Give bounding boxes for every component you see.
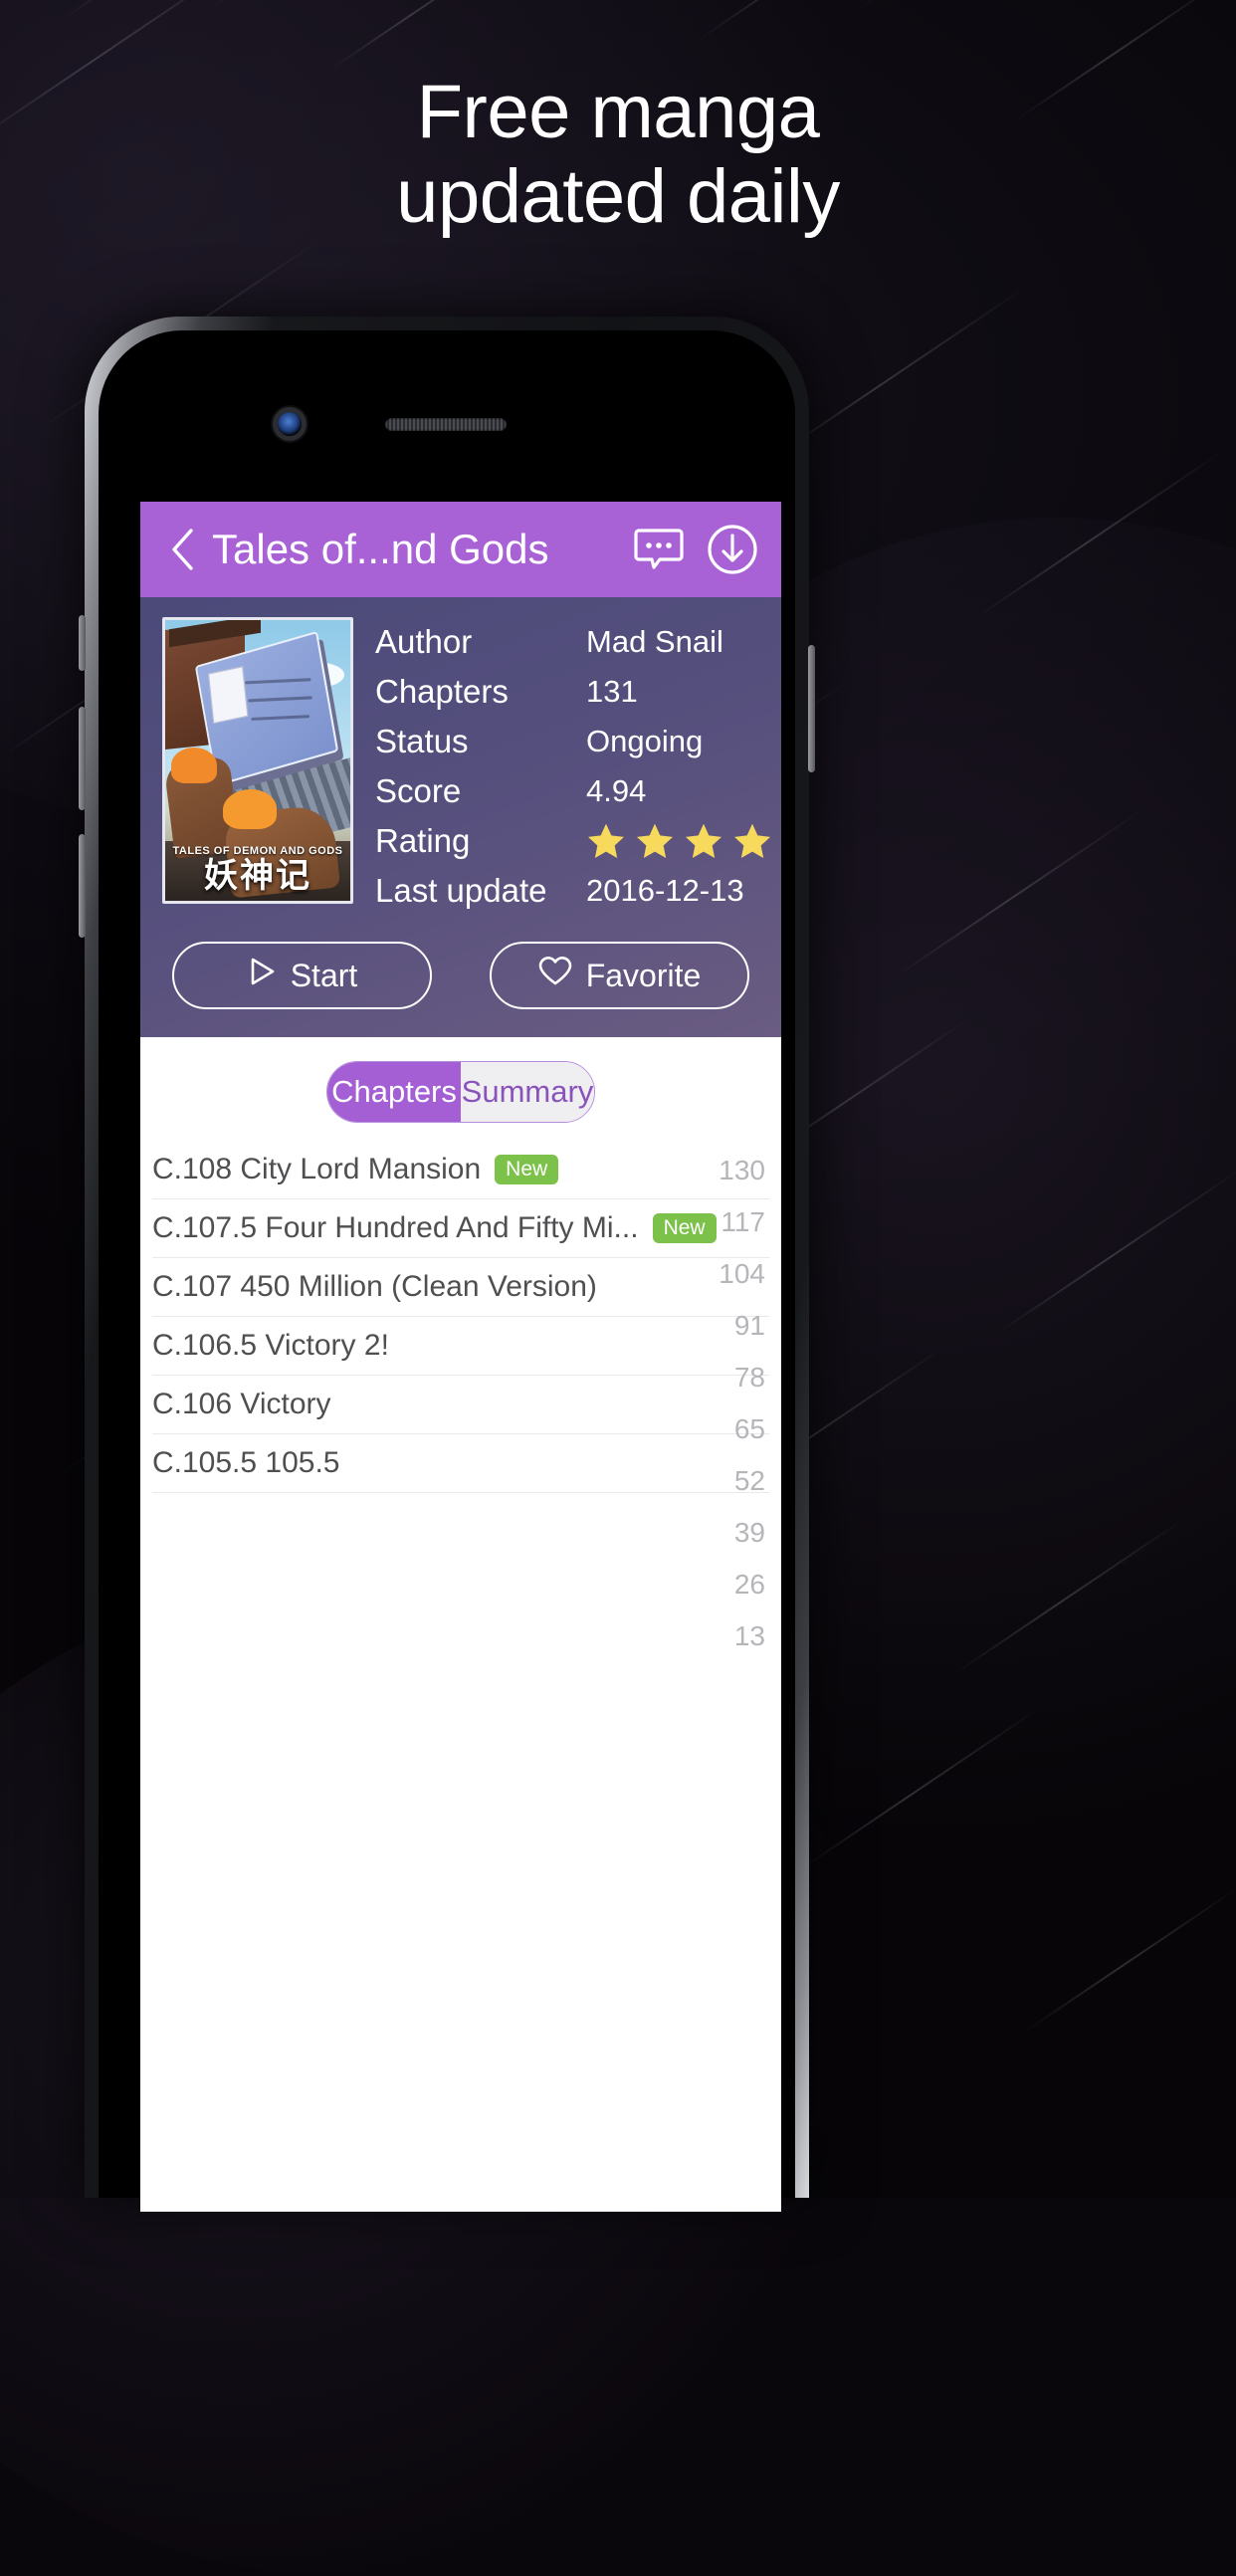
index-rail-item[interactable]: 26 xyxy=(734,1569,765,1601)
meta-value: Ongoing xyxy=(586,724,704,758)
chevron-left-icon[interactable] xyxy=(164,526,202,573)
meta-value: Mad Snail xyxy=(586,624,723,659)
chapter-rows: C.108 City Lord Mansion New C.107.5 Four H… xyxy=(140,1141,781,1493)
chapter-index-rail[interactable]: 130 117 104 91 78 65 52 39 26 13 xyxy=(688,1141,775,1652)
phone-mockup: Tales of...nd Gods TALES OF DEMON AND GO… xyxy=(79,317,815,2212)
meta-row-last-update: Last update 2016-12-13 xyxy=(375,866,781,916)
star-icon[interactable] xyxy=(684,821,723,861)
promo-headline: Free manga updated daily xyxy=(0,70,1236,239)
phone-power-button xyxy=(808,645,815,772)
phone-volume-up-button xyxy=(79,707,86,810)
manga-metadata-list: Author Mad Snail Chapters 131 Status Ong… xyxy=(353,617,781,916)
cover-title-cjk: 妖神记 xyxy=(204,857,311,895)
phone-bezel: Tales of...nd Gods TALES OF DEMON AND GO… xyxy=(99,330,795,2212)
comment-bubble-icon[interactable] xyxy=(632,523,686,576)
index-rail-item[interactable]: 104 xyxy=(719,1258,765,1290)
manga-action-buttons: Start Favorite xyxy=(162,916,759,1037)
tab-chapters[interactable]: Chapters xyxy=(327,1062,461,1122)
start-button[interactable]: Start xyxy=(172,942,432,1009)
cover-book-line xyxy=(248,696,312,703)
chapter-row[interactable]: C.107 450 Million (Clean Version) xyxy=(152,1258,769,1317)
tab-summary[interactable]: Summary xyxy=(461,1062,594,1122)
chapter-name: C.107 450 Million (Clean Version) xyxy=(152,1270,597,1303)
cover-book-line xyxy=(245,678,311,685)
meta-label: Author xyxy=(375,623,473,660)
meta-label: Score xyxy=(375,772,462,809)
cover-character-a-hair xyxy=(171,748,217,783)
chapter-name: C.105.5 105.5 xyxy=(152,1446,340,1479)
headline-line-1: Free manga xyxy=(416,70,820,154)
play-icon xyxy=(247,956,277,995)
start-button-label: Start xyxy=(290,957,358,993)
index-rail-item[interactable]: 78 xyxy=(734,1362,765,1394)
page-title: Tales of...nd Gods xyxy=(212,526,549,572)
new-badge: New xyxy=(495,1155,559,1184)
chapter-row[interactable]: C.106.5 Victory 2! xyxy=(152,1317,769,1376)
meta-value: 2016-12-13 xyxy=(586,873,744,908)
star-icon[interactable] xyxy=(635,821,675,861)
favorite-button[interactable]: Favorite xyxy=(490,942,749,1009)
manga-cover-image[interactable]: TALES OF DEMON AND GODS 妖神记 xyxy=(162,617,353,904)
chapter-list: C.108 City Lord Mansion New C.107.5 Four H… xyxy=(140,1141,781,1651)
index-rail-item[interactable]: 52 xyxy=(734,1465,765,1497)
phone-silent-switch xyxy=(79,615,86,671)
index-rail-item[interactable]: 13 xyxy=(734,1620,765,1652)
index-rail-item[interactable]: 130 xyxy=(719,1155,765,1186)
rating-stars[interactable] xyxy=(586,821,781,861)
tabs-container: Chapters Summary xyxy=(140,1037,781,1141)
chapter-row[interactable]: C.107.5 Four Hundred And Fifty Mi... New xyxy=(152,1199,769,1258)
chapter-name: C.106 Victory xyxy=(152,1388,331,1420)
cover-character-b-hair xyxy=(223,789,277,829)
chapter-name: C.107.5 Four Hundred And Fifty Mi... xyxy=(152,1211,639,1244)
meta-value: 131 xyxy=(586,674,638,709)
favorite-button-label: Favorite xyxy=(585,957,702,993)
cover-book-label xyxy=(208,666,249,725)
index-rail-item[interactable]: 39 xyxy=(734,1517,765,1549)
meta-row-rating: Rating xyxy=(375,816,781,866)
meta-row-score: Score 4.94 xyxy=(375,766,781,816)
star-icon[interactable] xyxy=(732,821,772,861)
earpiece-speaker xyxy=(385,418,507,431)
segmented-control: Chapters Summary xyxy=(326,1061,595,1123)
chapter-name: C.106.5 Victory 2! xyxy=(152,1329,389,1362)
meta-row-status: Status Ongoing xyxy=(375,717,781,766)
meta-row-author: Author Mad Snail xyxy=(375,617,781,667)
chapter-row[interactable]: C.108 City Lord Mansion New xyxy=(152,1141,769,1199)
manga-info-panel: TALES OF DEMON AND GODS 妖神记 Author Mad S… xyxy=(140,597,781,1037)
front-camera xyxy=(278,412,302,436)
cover-book-line xyxy=(251,715,310,721)
chapter-name: C.108 City Lord Mansion xyxy=(152,1153,482,1185)
navbar-actions xyxy=(632,523,759,576)
app-screen: Tales of...nd Gods TALES OF DEMON AND GO… xyxy=(140,502,781,2212)
star-icon[interactable] xyxy=(586,821,626,861)
meta-label: Last update xyxy=(375,872,547,909)
chapter-row[interactable]: C.106 Victory xyxy=(152,1376,769,1434)
index-rail-item[interactable]: 65 xyxy=(734,1413,765,1445)
manga-info-top: TALES OF DEMON AND GODS 妖神记 Author Mad S… xyxy=(162,617,770,916)
headline-line-2: updated daily xyxy=(396,154,840,240)
heart-icon xyxy=(538,956,572,995)
meta-label: Rating xyxy=(375,822,471,859)
meta-row-chapters: Chapters 131 xyxy=(375,667,781,717)
app-navbar: Tales of...nd Gods xyxy=(140,502,781,597)
index-rail-item[interactable]: 117 xyxy=(721,1206,765,1238)
download-circle-icon[interactable] xyxy=(706,523,759,576)
meta-value: 4.94 xyxy=(586,773,647,808)
meta-label: Chapters xyxy=(375,673,509,710)
phone-volume-down-button xyxy=(79,834,86,938)
background-streak xyxy=(855,0,1121,12)
meta-label: Status xyxy=(375,723,469,759)
index-rail-item[interactable]: 91 xyxy=(734,1310,765,1342)
chapter-row[interactable]: C.105.5 105.5 xyxy=(152,1434,769,1493)
